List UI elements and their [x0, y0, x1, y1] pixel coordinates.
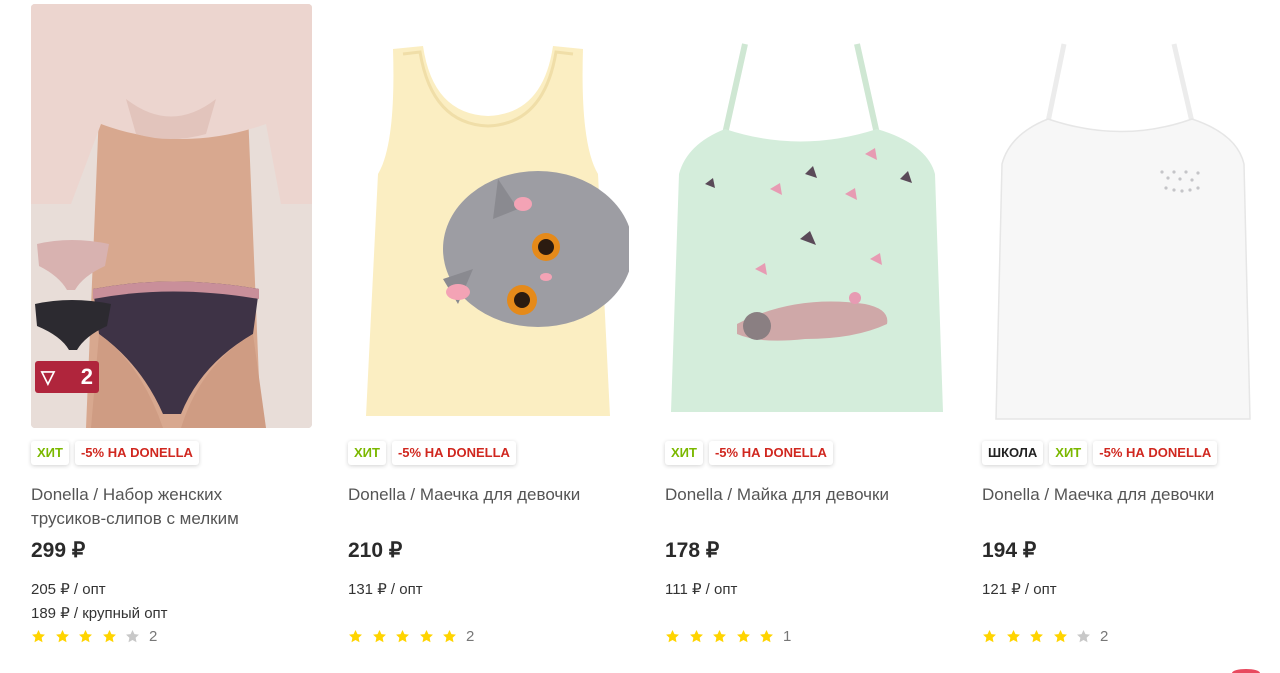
product-image[interactable]: [665, 4, 946, 428]
product-image[interactable]: ▽ 2: [31, 4, 312, 428]
sale-badge: -5% НА DONELLA: [708, 441, 833, 465]
star-icon: [1006, 629, 1020, 643]
badge-row: ХИТ -5% НА DONELLA: [31, 441, 199, 465]
star-icon: [736, 629, 750, 643]
star-icon: [349, 629, 362, 643]
review-count: 1: [782, 628, 792, 645]
star-icon: [443, 629, 457, 643]
product-title-line: Donella / Маечка для девочки: [982, 485, 1215, 504]
star-icon: [713, 629, 727, 643]
sale-badge: -5% НА DONELLA: [74, 441, 199, 465]
hit-badge: ХИТ: [1049, 441, 1088, 465]
briefs-icon: ▽: [41, 367, 55, 387]
star-icon: [666, 629, 679, 643]
badge-row: ХИТ -5% НА DONELLA: [665, 441, 833, 465]
badge-row: ХИТ -5% НА DONELLA: [348, 441, 516, 465]
pack-count-badge: ▽ 2: [35, 361, 99, 393]
star-icon: [1053, 629, 1067, 643]
star-icon: [419, 629, 433, 643]
review-count: 2: [1099, 628, 1109, 645]
star-icon: [1077, 629, 1091, 643]
wholesale-price: 121 ₽ / опт: [982, 581, 1057, 598]
star-icon: [372, 629, 386, 643]
star-icon: [126, 629, 140, 643]
rating[interactable]: 2: [31, 628, 157, 645]
product-title-line: Donella / Майка для девочки: [665, 485, 889, 504]
star-icon: [689, 629, 703, 643]
star-icon: [1030, 629, 1044, 643]
badge-row: ШКОЛА ХИТ -5% НА DONELLA: [982, 441, 1218, 465]
school-badge: ШКОЛА: [982, 441, 1044, 465]
rating[interactable]: 2: [982, 628, 1108, 645]
star-icon: [102, 629, 116, 643]
floating-widget-edge[interactable]: [1232, 669, 1260, 673]
product-title-line: трусиков-слипов с мелким: [31, 509, 239, 528]
product-grid: ▽ 2 ХИТ -5% НА DONELLA Donella / Набор ж…: [0, 0, 1280, 673]
pack-count-label: 2: [80, 364, 93, 389]
product-title[interactable]: Donella / Маечка для девочки: [982, 483, 1262, 507]
wholesale-price: 205 ₽ / опт: [31, 581, 106, 598]
sale-badge: -5% НА DONELLA: [1093, 441, 1218, 465]
hit-badge: ХИТ: [665, 441, 703, 465]
product-image[interactable]: [348, 4, 629, 428]
star-icon: [760, 629, 774, 643]
hit-badge: ХИТ: [348, 441, 386, 465]
product-title-line: Donella / Маечка для девочки: [348, 485, 581, 504]
rating[interactable]: 2: [348, 628, 474, 645]
product-price: 194 ₽: [982, 539, 1037, 562]
star-icon: [55, 629, 69, 643]
product-title[interactable]: Donella / Майка для девочки: [665, 483, 945, 507]
product-title[interactable]: Donella / Набор женских трусиков-слипов …: [31, 483, 311, 531]
bulk-wholesale-price: 189 ₽ / крупный опт: [31, 605, 168, 622]
product-price: 178 ₽: [665, 539, 720, 562]
sale-badge: -5% НА DONELLA: [391, 441, 516, 465]
star-icon: [396, 629, 410, 643]
product-price: 210 ₽: [348, 539, 403, 562]
wholesale-price: 131 ₽ / опт: [348, 581, 423, 598]
star-icon: [32, 629, 45, 643]
product-price: 299 ₽: [31, 539, 86, 562]
wholesale-price: 111 ₽ / опт: [665, 581, 738, 598]
star-icon: [79, 629, 93, 643]
hit-badge: ХИТ: [31, 441, 69, 465]
review-count: 2: [465, 628, 475, 645]
rating[interactable]: 1: [665, 628, 791, 645]
product-title[interactable]: Donella / Маечка для девочки: [348, 483, 628, 507]
review-count: 2: [148, 628, 158, 645]
star-icon: [983, 629, 996, 643]
product-image[interactable]: [982, 4, 1263, 428]
product-title-line: Donella / Набор женских: [31, 485, 223, 504]
